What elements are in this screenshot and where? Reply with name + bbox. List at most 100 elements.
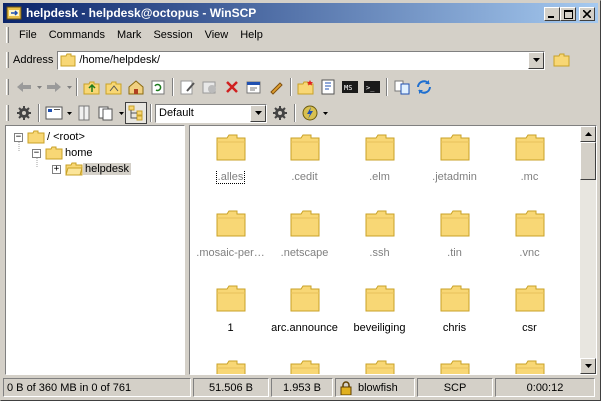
file-item[interactable] — [193, 358, 268, 374]
add-bookmark-button[interactable] — [317, 76, 339, 98]
folder-icon — [365, 210, 394, 237]
file-item[interactable]: 1 — [193, 283, 268, 334]
expand-icon[interactable]: + — [52, 164, 61, 174]
tree-node-helpdesk[interactable]: + helpdesk — [52, 161, 132, 177]
file-item[interactable] — [267, 358, 342, 374]
synchronize-button[interactable] — [391, 76, 413, 98]
delete-button[interactable] — [221, 76, 243, 98]
preferences-button[interactable] — [13, 102, 35, 124]
vertical-scrollbar[interactable] — [580, 126, 596, 374]
transfer-settings-combobox[interactable]: Default — [155, 103, 267, 123]
status-encryption: blowfish — [335, 378, 415, 397]
file-item[interactable]: .tin — [417, 208, 492, 259]
file-name: 1 — [227, 322, 234, 334]
parent-directory-button[interactable] — [81, 76, 103, 98]
tree-node-root[interactable]: − / <root> — [14, 129, 87, 145]
minimize-icon — [548, 16, 554, 18]
file-list[interactable]: .alles .cedit .elm .jetadmin .mc .mosaic-per…… — [189, 125, 597, 375]
file-item[interactable]: .mosaic-per… — [193, 208, 268, 259]
terminal-icon: >_ — [364, 81, 380, 93]
scrollbar-thumb[interactable] — [580, 142, 596, 180]
file-item[interactable]: .mc — [492, 132, 567, 183]
folder-icon — [290, 210, 319, 237]
collapse-icon[interactable]: − — [14, 132, 23, 142]
view-style-dropdown[interactable] — [65, 111, 73, 115]
menu-view[interactable]: View — [199, 29, 235, 41]
collapse-icon[interactable]: − — [32, 148, 41, 158]
file-item[interactable]: .elm — [342, 132, 417, 183]
new-session-button[interactable] — [299, 102, 321, 124]
edit-button[interactable] — [177, 76, 199, 98]
new-session-dropdown[interactable] — [321, 111, 329, 115]
folder-icon — [365, 134, 394, 161]
directory-tree[interactable]: − / <root> − home + helpdesk — [5, 125, 185, 375]
file-item[interactable]: .jetadmin — [417, 132, 492, 183]
minimize-button[interactable] — [544, 7, 560, 21]
file-item[interactable] — [417, 358, 492, 374]
address-combobox[interactable]: /home/helpdesk/ — [57, 50, 546, 70]
file-item[interactable]: .ssh — [342, 208, 417, 259]
forward-dropdown[interactable] — [65, 85, 73, 89]
address-dropdown-button[interactable] — [528, 51, 545, 69]
root-folder-icon — [105, 81, 122, 95]
browse-folder-button[interactable] — [551, 49, 573, 71]
scroll-down-button[interactable] — [580, 358, 596, 374]
view-style-button[interactable] — [43, 102, 65, 124]
close-icon — [583, 10, 591, 18]
file-item[interactable]: .vnc — [492, 208, 567, 259]
edit-icon — [180, 80, 195, 95]
menu-bar: File Commands Mark Session View Help — [3, 25, 598, 45]
menu-mark[interactable]: Mark — [111, 29, 147, 41]
file-item[interactable]: arc.announce — [267, 283, 342, 334]
toolbar-grip[interactable] — [6, 27, 9, 43]
file-item[interactable]: beveiliging — [342, 283, 417, 334]
copy-icon — [98, 106, 113, 121]
file-item[interactable]: .netscape — [267, 208, 342, 259]
refresh-button[interactable] — [147, 76, 169, 98]
close-button[interactable] — [579, 7, 595, 21]
separator — [294, 104, 296, 122]
full-synchronize-button[interactable] — [413, 76, 435, 98]
tree-node-home[interactable]: − home — [32, 145, 95, 161]
title-bar[interactable]: helpdesk - helpdesk@octopus - WinSCP — [3, 3, 598, 23]
transfer-preferences-button[interactable] — [269, 102, 291, 124]
file-item[interactable]: .alles — [193, 132, 268, 186]
tree-toggle-button[interactable] — [125, 102, 147, 124]
menu-file[interactable]: File — [13, 29, 43, 41]
transfer-settings-dropdown-button[interactable] — [250, 104, 266, 122]
rename-icon — [270, 82, 283, 95]
toolbar-grip[interactable] — [6, 52, 9, 68]
putty-button[interactable]: >_ — [361, 76, 383, 98]
file-item[interactable] — [492, 358, 567, 374]
menu-commands[interactable]: Commands — [43, 29, 111, 41]
root-directory-button[interactable] — [103, 76, 125, 98]
file-item[interactable]: chris — [417, 283, 492, 334]
arrow-left-icon — [17, 82, 31, 92]
menu-session[interactable]: Session — [147, 29, 198, 41]
home-icon — [128, 80, 144, 95]
folder-icon — [216, 210, 245, 237]
address-label: Address — [13, 54, 54, 66]
properties-button[interactable] — [243, 76, 265, 98]
file-item[interactable] — [342, 358, 417, 374]
file-item[interactable]: csr — [492, 283, 567, 334]
file-item[interactable]: .cedit — [267, 132, 342, 183]
copy-path-dropdown[interactable] — [117, 111, 125, 115]
open-button[interactable] — [199, 76, 221, 98]
scroll-up-button[interactable] — [580, 126, 596, 142]
toolbar-grip[interactable] — [6, 79, 9, 95]
column-button[interactable] — [73, 102, 95, 124]
tree-icon — [128, 105, 143, 121]
forward-button[interactable] — [43, 76, 65, 98]
copy-path-button[interactable] — [95, 102, 117, 124]
console-button[interactable]: MS — [339, 76, 361, 98]
rename-button[interactable] — [265, 76, 287, 98]
home-directory-button[interactable] — [125, 76, 147, 98]
create-directory-button[interactable] — [295, 76, 317, 98]
back-button[interactable] — [13, 76, 35, 98]
menu-help[interactable]: Help — [234, 29, 269, 41]
maximize-button[interactable] — [560, 7, 576, 21]
toolbar-grip[interactable] — [6, 105, 9, 121]
back-dropdown[interactable] — [35, 85, 43, 89]
window-title: helpdesk - helpdesk@octopus - WinSCP — [26, 6, 257, 20]
